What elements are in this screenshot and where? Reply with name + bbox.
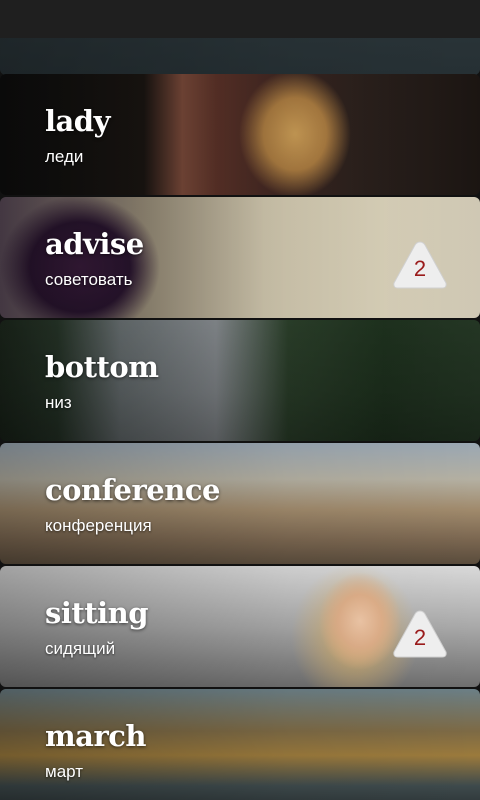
translation-label: конференция bbox=[45, 516, 152, 535]
word-label: advise bbox=[45, 227, 144, 261]
word-card-sitting[interactable]: sitting сидящий 2 bbox=[0, 566, 480, 687]
word-card-lady[interactable]: lady леди bbox=[0, 74, 480, 195]
word-list[interactable]: lady леди advise советовать 2 bottom низ… bbox=[0, 38, 480, 800]
word-card-conference[interactable]: conference конференция bbox=[0, 443, 480, 564]
translation-label: советовать bbox=[45, 270, 133, 289]
word-label: sitting bbox=[45, 596, 149, 630]
translation-label: март bbox=[45, 762, 84, 781]
word-label: bottom bbox=[45, 350, 159, 384]
translation-label: низ bbox=[45, 393, 72, 412]
word-label: conference bbox=[45, 473, 220, 507]
repeat-count-badge[interactable]: 2 bbox=[392, 608, 448, 660]
word-card-bottom[interactable]: bottom низ bbox=[0, 320, 480, 441]
translation-label: леди bbox=[45, 147, 84, 166]
card-shade bbox=[0, 38, 480, 75]
word-card[interactable] bbox=[0, 38, 480, 75]
badge-count: 2 bbox=[413, 625, 427, 650]
word-card-advise[interactable]: advise советовать 2 bbox=[0, 197, 480, 318]
translation-label: сидящий bbox=[45, 639, 116, 658]
repeat-count-badge[interactable]: 2 bbox=[392, 239, 448, 291]
word-label: lady bbox=[45, 104, 110, 138]
status-bar bbox=[0, 0, 480, 38]
word-label: march bbox=[45, 719, 147, 753]
badge-count: 2 bbox=[413, 256, 427, 281]
word-card-march[interactable]: march март bbox=[0, 689, 480, 800]
